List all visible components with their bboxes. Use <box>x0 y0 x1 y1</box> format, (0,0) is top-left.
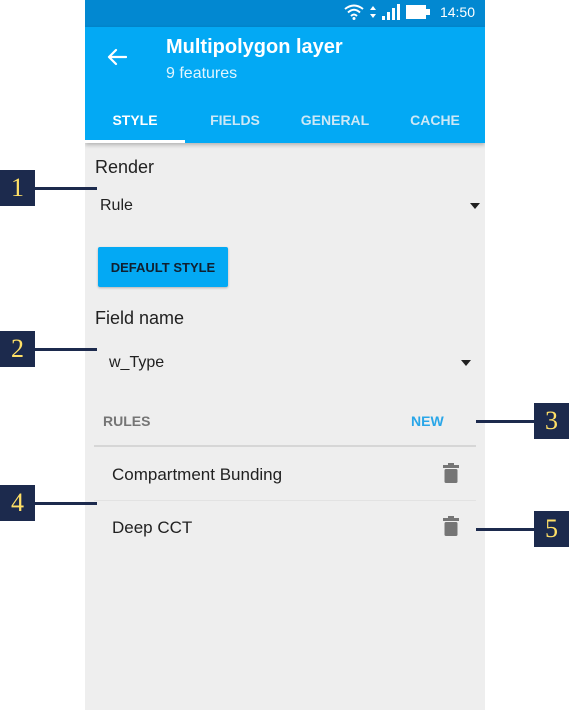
rule-label: Compartment Bunding <box>112 465 283 484</box>
default-style-button[interactable]: DEFAULT STYLE <box>98 247 228 287</box>
callout-number: 1 <box>0 170 35 206</box>
tab-cache[interactable]: CACHE <box>385 97 485 143</box>
new-rule-button[interactable]: NEW <box>411 413 444 429</box>
trash-icon[interactable] <box>443 463 459 483</box>
trash-icon[interactable] <box>443 516 459 536</box>
back-button[interactable] <box>103 43 131 71</box>
wifi-icon <box>344 4 364 20</box>
callout-1: 1 <box>0 170 97 206</box>
render-value: Rule <box>100 197 133 214</box>
back-arrow-icon <box>107 48 127 66</box>
layer-title: Multipolygon layer <box>166 36 343 58</box>
field-name-dropdown[interactable]: w_Type <box>109 351 471 375</box>
status-time: 14:50 <box>439 4 475 20</box>
render-dropdown[interactable]: Rule <box>100 194 480 218</box>
tab-style[interactable]: STYLE <box>85 97 185 143</box>
status-bar: 14:50 <box>85 0 485 27</box>
data-arrows-icon <box>369 6 376 18</box>
layer-subtitle: 9 features <box>166 65 238 82</box>
tab-general[interactable]: GENERAL <box>285 97 385 143</box>
callout-number: 2 <box>0 331 35 367</box>
rule-item[interactable]: Compartment Bunding <box>94 449 476 501</box>
tab-fields[interactable]: FIELDS <box>185 97 285 143</box>
callout-2: 2 <box>0 331 97 367</box>
callout-line <box>35 186 97 190</box>
field-name-value: w_Type <box>109 354 165 371</box>
callout-3: 3 <box>476 403 569 439</box>
tab-bar: STYLE FIELDS GENERAL CACHE <box>85 97 485 143</box>
callout-line <box>476 419 534 423</box>
dropdown-caret-icon <box>461 360 471 366</box>
signal-icon <box>381 4 400 20</box>
callout-line <box>35 347 97 351</box>
rules-header: RULES <box>103 413 151 429</box>
callout-line <box>35 501 97 505</box>
callout-line <box>476 527 534 531</box>
callout-number: 5 <box>534 511 569 547</box>
rules-divider <box>94 445 476 447</box>
render-label: Render <box>95 157 155 177</box>
callout-5: 5 <box>476 511 569 547</box>
status-icons: 14:50 <box>344 4 475 20</box>
row-divider <box>94 500 476 501</box>
callout-number: 3 <box>534 403 569 439</box>
app-bar: Multipolygon layer 9 features STYLE FIEL… <box>85 27 485 143</box>
phone-screen: 14:50 Multipolygon layer 9 features STYL… <box>85 0 485 710</box>
callout-4: 4 <box>0 485 97 521</box>
rule-item[interactable]: Deep CCT <box>94 502 476 554</box>
rule-label: Deep CCT <box>112 518 193 537</box>
callout-number: 4 <box>0 485 35 521</box>
battery-icon <box>405 5 430 19</box>
field-name-label: Field name <box>95 308 185 328</box>
dropdown-caret-icon <box>470 203 480 209</box>
